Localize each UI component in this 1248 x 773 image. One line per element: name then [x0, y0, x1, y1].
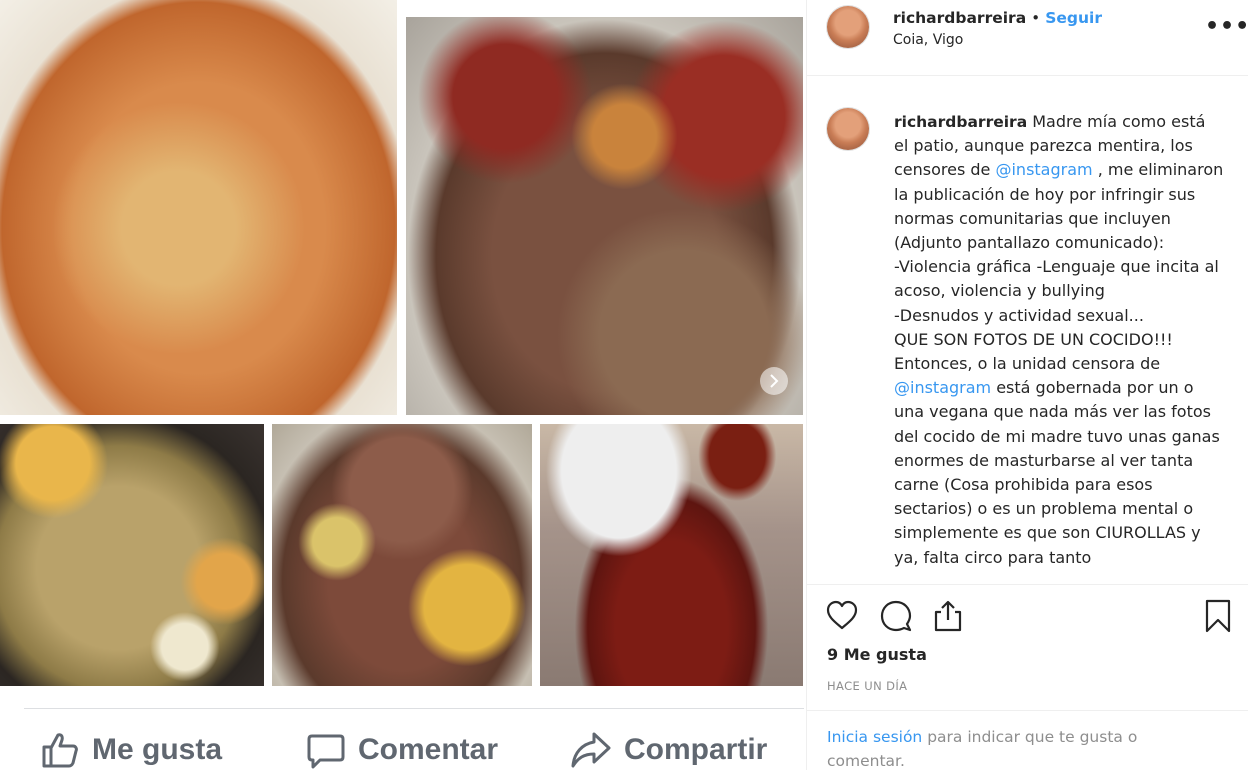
post-header: richardbarreira • Seguir Coia, Vigo ••• [807, 0, 1248, 76]
username-link[interactable]: richardbarreira [893, 9, 1026, 27]
share-icon[interactable] [931, 599, 965, 633]
carousel-next-button[interactable] [760, 367, 788, 395]
photo-meats [406, 17, 803, 415]
share-arrow-icon [571, 732, 611, 768]
follow-button[interactable]: Seguir [1045, 9, 1102, 27]
instagram-post-panel: richardbarreira • Seguir Coia, Vigo ••• … [806, 0, 1248, 770]
caption-username[interactable]: richardbarreira [894, 113, 1027, 131]
caption-text: richardbarreira Madre mía como está el p… [894, 110, 1224, 570]
bookmark-icon[interactable] [1201, 599, 1235, 633]
caption-area: richardbarreira Madre mía como está el p… [807, 76, 1248, 583]
photo-chickpeas [0, 0, 397, 415]
fb-comment-label: Comentar [358, 733, 499, 766]
more-options-icon[interactable]: ••• [1205, 14, 1248, 39]
caption-part: , me eliminaron la publicación de hoy po… [894, 160, 1224, 374]
caption-avatar[interactable] [827, 108, 869, 150]
caption-part: está gobernada por un o una vegana que n… [894, 378, 1225, 567]
fb-comment-button[interactable]: Comentar [306, 728, 498, 772]
avatar[interactable] [827, 6, 869, 48]
login-prompt: Inicia sesión para indicar que te gusta … [807, 710, 1248, 771]
heart-icon[interactable] [825, 599, 859, 633]
mention-link[interactable]: @instagram [995, 160, 1092, 179]
fb-like-button[interactable]: Me gusta [40, 728, 222, 772]
separator-dot: • [1031, 9, 1041, 27]
header-user-line: richardbarreira • Seguir [893, 8, 1102, 27]
comment-bubble-icon [307, 734, 345, 769]
fb-share-button[interactable]: Compartir [570, 728, 767, 772]
location-link[interactable]: Coia, Vigo [893, 32, 963, 48]
fb-share-label: Compartir [624, 733, 768, 766]
post-actions: 9 Me gusta HACE UN DÍA [807, 584, 1248, 711]
post-date[interactable]: HACE UN DÍA [827, 679, 907, 693]
photo-chorizo [540, 424, 803, 686]
thumbs-up-icon [42, 733, 78, 768]
login-link[interactable]: Inicia sesión [827, 728, 922, 746]
photo-meat-chicken [272, 424, 532, 686]
mention-link[interactable]: @instagram [894, 378, 991, 397]
fb-like-label: Me gusta [92, 733, 223, 766]
photo-cabbage-pot [0, 424, 264, 686]
comment-icon[interactable] [879, 599, 913, 633]
likes-count[interactable]: 9 Me gusta [827, 645, 927, 664]
chevron-right-icon [770, 374, 779, 388]
login-text: Inicia sesión para indicar que te gusta … [827, 725, 1187, 773]
fb-divider [24, 708, 804, 709]
